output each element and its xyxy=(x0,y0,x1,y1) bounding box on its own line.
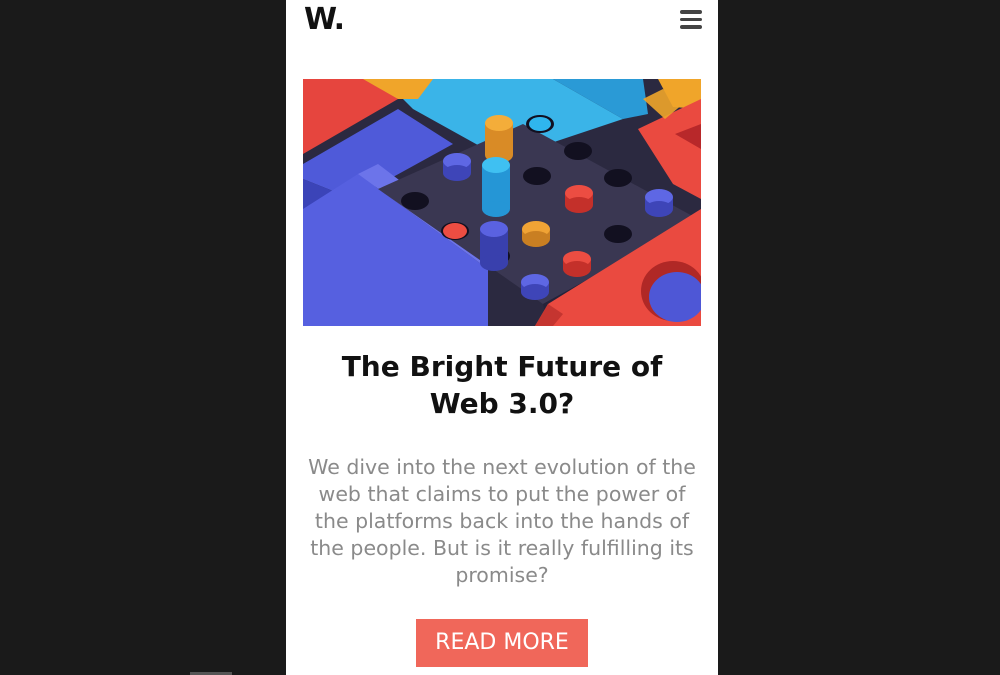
hamburger-menu-icon[interactable] xyxy=(680,10,702,30)
mobile-viewport: W. The Bright Future of Web 3.0? We dive… xyxy=(286,0,718,675)
menu-bar xyxy=(680,25,702,29)
article-excerpt: We dive into the next evolution of the w… xyxy=(308,455,696,587)
site-logo[interactable]: W. xyxy=(304,0,345,40)
article-hero-image[interactable] xyxy=(303,79,701,326)
site-header: W. xyxy=(286,0,718,50)
menu-bar xyxy=(680,17,702,21)
toy-blocks-illustration xyxy=(303,79,701,326)
article-title[interactable]: The Bright Future of Web 3.0? xyxy=(303,348,701,422)
menu-bar xyxy=(680,10,702,14)
read-more-button[interactable]: READ MORE xyxy=(416,619,588,667)
